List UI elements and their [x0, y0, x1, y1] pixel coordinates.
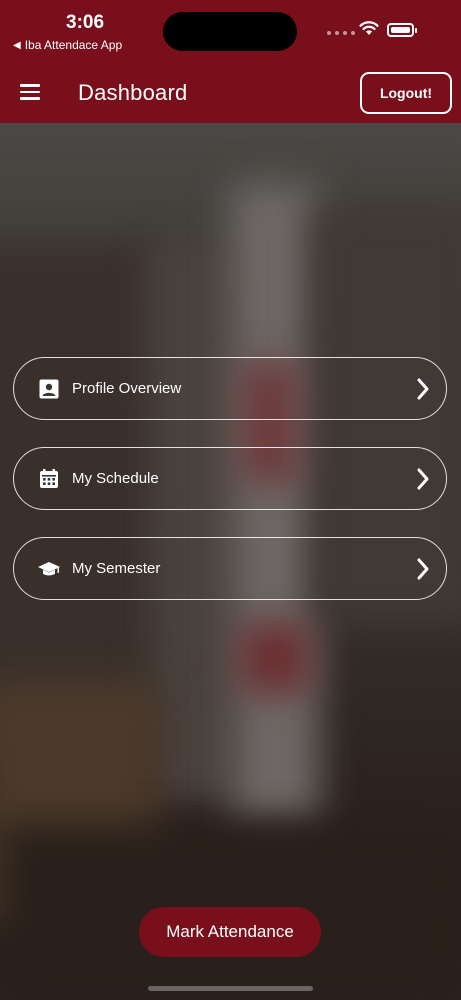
app-header: 3:06 ◀ Iba Attendace App Dashboard Logou…: [0, 0, 461, 123]
chevron-right-icon: [417, 468, 429, 489]
chevron-right-icon: [417, 558, 429, 579]
status-time: 3:06: [66, 12, 105, 33]
mark-attendance-button[interactable]: Mark Attendance: [139, 907, 321, 957]
menu-item-label: My Semester: [72, 560, 161, 577]
dynamic-island: [163, 12, 297, 51]
menu-item-label: My Schedule: [72, 470, 159, 487]
hamburger-menu-button[interactable]: [20, 84, 40, 100]
page-title: Dashboard: [78, 80, 188, 105]
profile-overview-item[interactable]: Profile Overview: [13, 357, 447, 420]
home-indicator: [148, 986, 313, 991]
profile-icon: [39, 379, 59, 398]
my-semester-item[interactable]: My Semester: [13, 537, 447, 600]
battery-icon: [387, 23, 417, 37]
menu-item-label: Profile Overview: [72, 380, 182, 397]
signal-icon: [327, 31, 355, 35]
back-app-label: Iba Attendace App: [24, 38, 123, 52]
my-schedule-item[interactable]: My Schedule: [13, 447, 447, 510]
wifi-icon: [359, 21, 379, 35]
graduation-cap-icon: [38, 561, 60, 575]
back-arrow-icon: ◀: [13, 39, 21, 51]
calendar-icon: [40, 468, 58, 488]
back-to-app-link[interactable]: ◀ Iba Attendace App: [13, 38, 122, 52]
logout-button[interactable]: Logout!: [360, 72, 452, 114]
chevron-right-icon: [417, 378, 429, 399]
